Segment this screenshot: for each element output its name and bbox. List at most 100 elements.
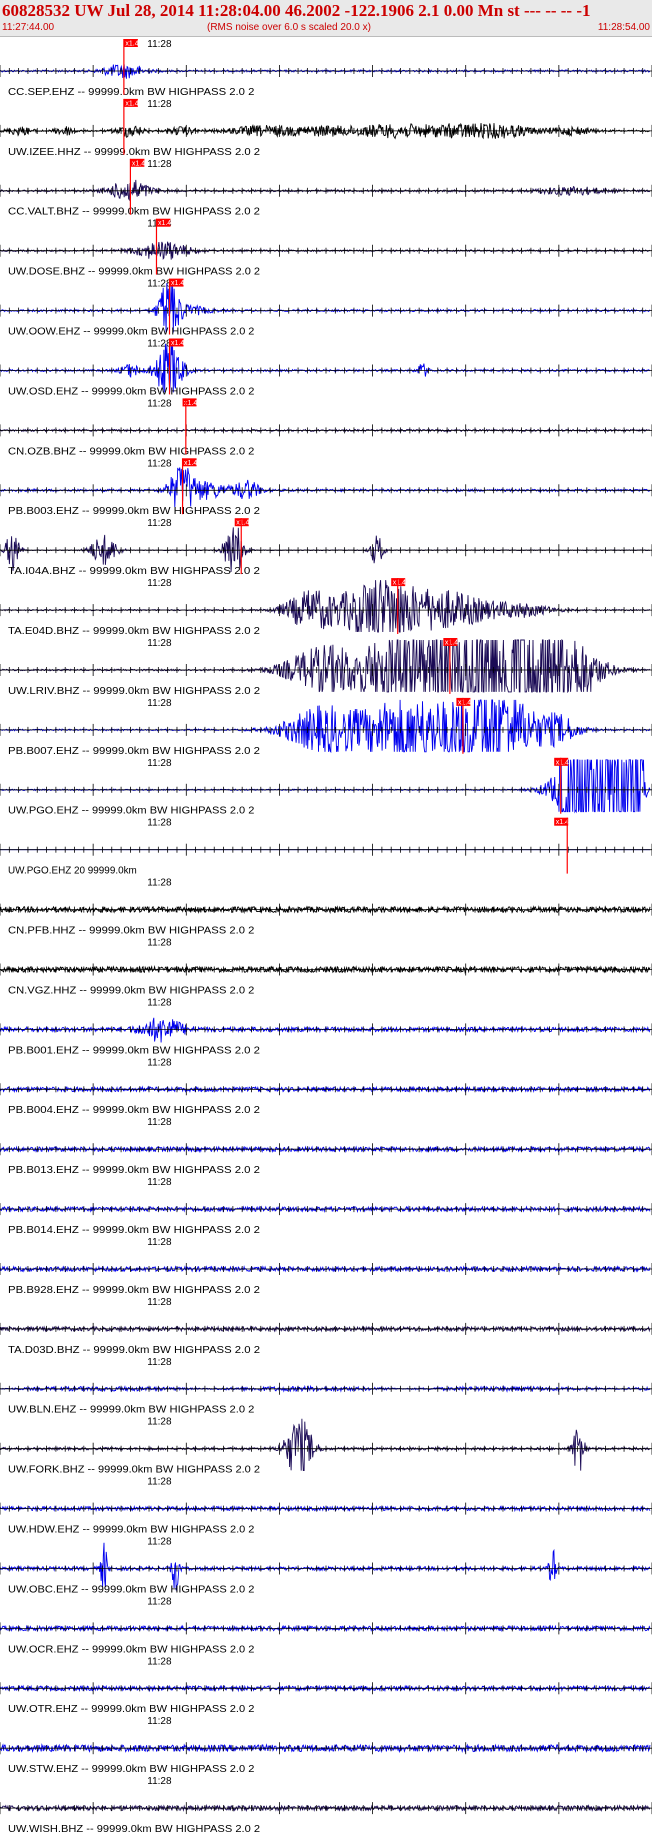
plot-header: 60828532 UW Jul 28, 2014 11:28:04.00 46.… bbox=[0, 0, 652, 37]
station-label: UW.PGO.EHZ -- 99999.0km BW HIGHPASS 2.0 … bbox=[8, 806, 255, 817]
pick-label: x1.4 bbox=[125, 41, 138, 48]
time-label: 11:28 bbox=[147, 1537, 172, 1548]
trace-row: 11:28 TA.I04A.BHZ -- 99999.0km BW HIGHPAS… bbox=[0, 518, 652, 577]
trace-row: 11:28UW.DOSE.BHZ -- 99999.0km BW HIGHPAS… bbox=[0, 218, 652, 278]
station-label: UW.DOSE.BHZ -- 99999.0km BW HIGHPASS 2.0… bbox=[8, 267, 260, 278]
waveform bbox=[0, 1418, 651, 1472]
trace-row: 11:28 CC.VALT.BHZ -- 99999.0km BW HIGHPAS… bbox=[0, 158, 652, 218]
station-label: UW.BLN.EHZ -- 99999.0km BW HIGHPASS 2.0 … bbox=[8, 1405, 255, 1416]
time-label: 11:28 bbox=[147, 99, 172, 110]
station-label: UW.OOW.EHZ -- 99999.0km BW HIGHPASS 2.0 … bbox=[8, 327, 255, 338]
pick-label: x1.4 bbox=[171, 340, 184, 347]
waveform bbox=[0, 580, 651, 633]
pick-label: x1.4 bbox=[458, 699, 471, 706]
pick-label: x1.4 bbox=[132, 160, 145, 167]
station-label: UW.FORK.BHZ -- 99999.0km BW HIGHPASS 2.0… bbox=[8, 1465, 260, 1476]
pick-label: x1.4 bbox=[556, 759, 569, 766]
station-label: PB.B001.EHZ -- 99999.0km BW HIGHPASS 2.0… bbox=[8, 1045, 260, 1056]
trace-row: 11:28 UW.WISH.BHZ -- 99999.0km BW HIGHPAS… bbox=[0, 1776, 652, 1835]
trace-row: 11:28 UW.OTR.EHZ -- 99999.0km BW HIGHPASS… bbox=[0, 1656, 652, 1715]
pick-label: x1.4 bbox=[445, 640, 458, 647]
waveform bbox=[0, 699, 651, 754]
station-label: PB.B013.EHZ -- 99999.0km BW HIGHPASS 2.0… bbox=[8, 1165, 260, 1176]
trace-row: 11:28 CN.VGZ.HHZ -- 99999.0km BW HIGHPASS… bbox=[0, 938, 652, 996]
station-label: UW.STW.EHZ -- 99999.0km BW HIGHPASS 2.0 … bbox=[8, 1764, 255, 1775]
trace-row: 11:28 PB.B007.EHZ -- 99999.0km BW HIGHPAS… bbox=[0, 697, 652, 757]
waveform bbox=[0, 467, 651, 508]
time-label: 11:28 bbox=[147, 1776, 172, 1787]
time-label: 11:28 bbox=[147, 458, 172, 469]
trace-row: 11:28UW.PGO.EHZ 20 99999.0kmx1.4 bbox=[0, 817, 652, 877]
station-label: PB.B004.EHZ -- 99999.0km BW HIGHPASS 2.0… bbox=[8, 1105, 260, 1116]
rms-note: (RMS noise over 6.0 s scaled 20.0 x) bbox=[207, 22, 371, 33]
time-label: 11:28 bbox=[147, 1417, 172, 1428]
trace-row: 11:28 PB.B013.EHZ -- 99999.0km BW HIGHPAS… bbox=[0, 1117, 652, 1176]
trace-row: 11:28 TA.E04D.BHZ -- 99999.0km BW HIGHPAS… bbox=[0, 578, 652, 637]
trace-row: 11:28 CN.PFB.HHZ -- 99999.0km BW HIGHPASS… bbox=[0, 878, 652, 937]
time-label: 11:28 bbox=[147, 938, 172, 949]
station-label: PB.B003.EHZ -- 99999.0km BW HIGHPASS 2.0… bbox=[8, 506, 260, 517]
time-label: 11:28 bbox=[147, 39, 172, 50]
trace-row: 11:28 UW.LRIV.BHZ -- 99999.0km BW HIGHPAS… bbox=[0, 638, 652, 697]
trace-row: 11:28 UW.OBC.EHZ -- 99999.0km BW HIGHPASS… bbox=[0, 1537, 652, 1595]
trace-row: 11:28 UW.STW.EHZ -- 99999.0km BW HIGHPASS… bbox=[0, 1716, 652, 1775]
station-label: UW.OTR.EHZ -- 99999.0km BW HIGHPASS 2.0 … bbox=[8, 1704, 255, 1715]
time-label: 11:28 bbox=[147, 1117, 172, 1128]
time-label: 11:28 bbox=[147, 159, 172, 170]
trace-row: 11:28 UW.OCR.EHZ -- 99999.0km BW HIGHPASS… bbox=[0, 1596, 652, 1655]
trace-row: 11:28 PB.B014.EHZ -- 99999.0km BW HIGHPAS… bbox=[0, 1177, 652, 1236]
time-label: 11:28 bbox=[147, 818, 172, 829]
station-label: UW.OSD.EHZ -- 99999.0km BW HIGHPASS 2.0 … bbox=[8, 386, 255, 397]
event-title: 60828532 UW Jul 28, 2014 11:28:04.00 46.… bbox=[2, 1, 591, 20]
time-label: 11:28 bbox=[147, 878, 172, 889]
station-label: CN.VGZ.HHZ -- 99999.0km BW HIGHPASS 2.0 … bbox=[8, 985, 255, 996]
station-label: PB.B014.EHZ -- 99999.0km BW HIGHPASS 2.0… bbox=[8, 1225, 260, 1236]
trace-row: 11:28 CN.OZB.BHZ -- 99999.0km BW HIGHPASS… bbox=[0, 398, 652, 457]
station-label: CN.PFB.HHZ -- 99999.0km BW HIGHPASS 2.0 … bbox=[8, 926, 255, 937]
end-time: 11:28:54.00 bbox=[597, 22, 650, 33]
station-label: TA.E04D.BHZ -- 99999.0km BW HIGHPASS 2.0… bbox=[8, 626, 260, 637]
station-label: CC.VALT.BHZ -- 99999.0km BW HIGHPASS 2.0… bbox=[8, 207, 260, 218]
time-label: 11:28 bbox=[147, 638, 172, 649]
trace-row: 11:28 TA.D03D.BHZ -- 99999.0km BW HIGHPAS… bbox=[0, 1297, 652, 1356]
waveform bbox=[0, 759, 651, 814]
trace-row: 11:28 PB.B001.EHZ -- 99999.0km BW HIGHPAS… bbox=[0, 997, 652, 1056]
waveform bbox=[0, 179, 651, 202]
trace-row: 11:28 UW.OOW.EHZ -- 99999.0km BW HIGHPASS… bbox=[0, 278, 652, 338]
pick-label: x1.4 bbox=[125, 100, 138, 107]
station-label: UW.PGO.EHZ 20 99999.0km bbox=[8, 866, 137, 877]
waveform bbox=[0, 340, 651, 393]
time-label: 11:28 bbox=[147, 1297, 172, 1308]
station-label: UW.HDW.EHZ -- 99999.0km BW HIGHPASS 2.0 … bbox=[8, 1525, 255, 1536]
station-label: PB.B007.EHZ -- 99999.0km BW HIGHPASS 2.0… bbox=[8, 746, 260, 757]
waveform bbox=[0, 1542, 651, 1591]
station-label: UW.OBC.EHZ -- 99999.0km BW HIGHPASS 2.0 … bbox=[8, 1584, 255, 1595]
trace-row: 11:28 UW.PGO.EHZ -- 99999.0km BW HIGHPASS… bbox=[0, 757, 652, 817]
seismogram-plot: 11:28CC.SEP.EHZ -- 99999.0km BW HIGHPASS… bbox=[0, 39, 652, 1835]
station-label: UW.IZEE.HHZ -- 99999.0km BW HIGHPASS 2.0… bbox=[8, 147, 260, 158]
station-label: TA.D03D.BHZ -- 99999.0km BW HIGHPASS 2.0… bbox=[8, 1345, 260, 1356]
station-label: UW.OCR.EHZ -- 99999.0km BW HIGHPASS 2.0 … bbox=[8, 1644, 255, 1655]
waveform bbox=[0, 1017, 651, 1043]
pick-label: x1.4 bbox=[236, 520, 249, 527]
time-label: 11:28 bbox=[147, 398, 172, 409]
time-label: 11:28 bbox=[147, 698, 172, 709]
pick-label: x1.4 bbox=[184, 460, 197, 467]
time-label: 11:28 bbox=[147, 279, 172, 290]
time-label: 11:28 bbox=[147, 339, 172, 350]
trace-row: 11:28 UW.HDW.EHZ -- 99999.0km BW HIGHPASS… bbox=[0, 1477, 652, 1536]
time-label: 11:28 bbox=[147, 518, 172, 529]
time-label: 11:28 bbox=[147, 578, 172, 589]
time-label: 11:28 bbox=[147, 1237, 172, 1248]
waveform bbox=[0, 282, 651, 333]
trace-row: 11:28 UW.OSD.EHZ -- 99999.0km BW HIGHPASS… bbox=[0, 338, 652, 397]
station-label: PB.B928.EHZ -- 99999.0km BW HIGHPASS 2.0… bbox=[8, 1285, 260, 1296]
waveform bbox=[0, 64, 651, 79]
time-label: 11:28 bbox=[147, 1656, 172, 1667]
pick-label: x1.4 bbox=[171, 280, 184, 287]
station-label: UW.WISH.BHZ -- 99999.0km BW HIGHPASS 2.0… bbox=[8, 1824, 260, 1835]
station-label: CC.SEP.EHZ -- 99999.0km BW HIGHPASS 2.0 … bbox=[8, 87, 255, 98]
time-label: 11:28 bbox=[147, 758, 172, 769]
time-label: 11:28 bbox=[147, 1057, 172, 1068]
time-label: 11:28 bbox=[147, 1596, 172, 1607]
